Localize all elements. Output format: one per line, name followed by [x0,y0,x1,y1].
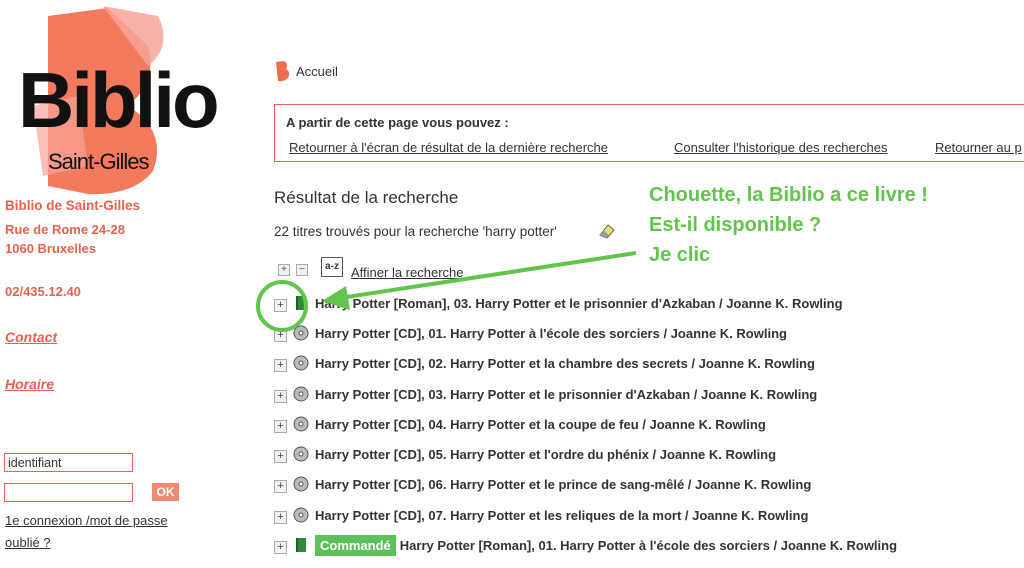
results-count: 22 titres trouvés pour la recherche 'har… [274,224,557,239]
library-name: Biblio de Saint-Gilles [5,198,141,213]
annotation-line-3: Je clic [649,244,711,266]
username-field[interactable] [4,453,133,472]
breadcrumb: Accueil [274,60,338,82]
breadcrumb-home-link[interactable]: Accueil [296,64,338,79]
results-title: Résultat de la recherche [274,188,459,207]
book-icon [296,296,306,310]
expand-row-icon[interactable]: + [274,329,287,342]
logo-subtitle: Saint-Gilles [48,149,149,174]
result-row[interactable]: + Harry Potter [Roman], 03. Harry Potter… [274,293,843,313]
cd-icon [293,507,309,523]
address-line-1: Rue de Rome 24-28 [5,222,125,237]
refine-search-link[interactable]: Affiner la recherche [351,265,464,280]
logo-text: Biblio [18,56,220,144]
cd-icon [293,355,309,371]
result-title-link[interactable]: Harry Potter [Roman], 03. Harry Potter e… [315,296,843,311]
actions-box: A partir de cette page vous pouvez : Ret… [274,104,1024,162]
annotation-text: Chouette, la Biblio a ce livre ! Est-il … [649,180,928,270]
expand-row-icon[interactable]: + [274,541,287,554]
expand-row-icon[interactable]: + [274,420,287,433]
book-icon [296,538,306,552]
cd-icon [293,325,309,341]
address-line-2: 1060 Bruxelles [5,241,97,256]
login-ok-button[interactable]: OK [152,483,179,501]
result-title-link[interactable]: Harry Potter [CD], 02. Harry Potter et l… [315,356,815,371]
forgot-password-link[interactable]: 1e connexion /mot de passe oublié ? [5,510,190,554]
password-field[interactable] [4,483,133,502]
biblio-logo[interactable]: Biblio Saint-Gilles [8,6,220,196]
result-title-link[interactable]: Harry Potter [CD], 06. Harry Potter et l… [315,477,811,492]
cd-icon [293,446,309,462]
ordered-badge: Commandé [315,534,396,556]
result-title-link[interactable]: Harry Potter [CD], 04. Harry Potter et l… [315,417,766,432]
result-title-link[interactable]: Harry Potter [Roman], 01. Harry Potter à… [400,538,897,553]
expand-all-icon[interactable]: + [278,264,290,276]
cd-icon [293,386,309,402]
cd-icon [293,476,309,492]
home-logo-icon [276,61,290,82]
result-title-link[interactable]: Harry Potter [CD], 05. Harry Potter et l… [315,447,776,462]
back-to-results-link[interactable]: Retourner à l'écran de résultat de la de… [289,140,608,155]
result-row[interactable]: + Harry Potter [CD], 04. Harry Potter et… [274,414,766,434]
return-link[interactable]: Retourner au p [935,140,1022,155]
result-row[interactable]: + Harry Potter [CD], 02. Harry Potter et… [274,353,815,373]
result-row[interactable]: + Commandé Harry Potter [Roman], 01. Har… [274,534,897,556]
result-row[interactable]: + Harry Potter [CD], 05. Harry Potter et… [274,444,776,464]
expand-row-icon[interactable]: + [274,299,287,312]
phone-number: 02/435.12.40 [5,284,81,299]
result-title-link[interactable]: Harry Potter [CD], 03. Harry Potter et l… [315,387,817,402]
collapse-all-icon[interactable]: − [296,264,308,276]
expand-row-icon[interactable]: + [274,390,287,403]
result-title-link[interactable]: Harry Potter [CD], 07. Harry Potter et l… [315,508,808,523]
annotation-line-1: Chouette, la Biblio a ce livre ! [649,184,928,206]
annotation-line-2: Est-il disponible ? [649,214,822,236]
cd-icon [293,416,309,432]
result-row[interactable]: + Harry Potter [CD], 06. Harry Potter et… [274,474,811,494]
result-row[interactable]: + Harry Potter [CD], 01. Harry Potter à … [274,323,787,343]
clear-search-icon[interactable] [597,222,617,240]
result-title-link[interactable]: Harry Potter [CD], 01. Harry Potter à l'… [315,326,787,341]
sort-az-icon[interactable]: a-z [321,257,343,277]
actions-heading: A partir de cette page vous pouvez : [286,115,509,130]
expand-row-icon[interactable]: + [274,359,287,372]
expand-row-icon[interactable]: + [274,480,287,493]
sidebar: Biblio Saint-Gilles Biblio de Saint-Gill… [0,0,250,568]
result-row[interactable]: + Harry Potter [CD], 03. Harry Potter et… [274,384,817,404]
hours-link[interactable]: Horaire [5,376,54,392]
search-history-link[interactable]: Consulter l'historique des recherches [674,140,887,155]
result-row[interactable]: + Harry Potter [CD], 07. Harry Potter et… [274,505,808,525]
expand-row-icon[interactable]: + [274,511,287,524]
contact-link[interactable]: Contact [5,329,57,345]
expand-row-icon[interactable]: + [274,450,287,463]
